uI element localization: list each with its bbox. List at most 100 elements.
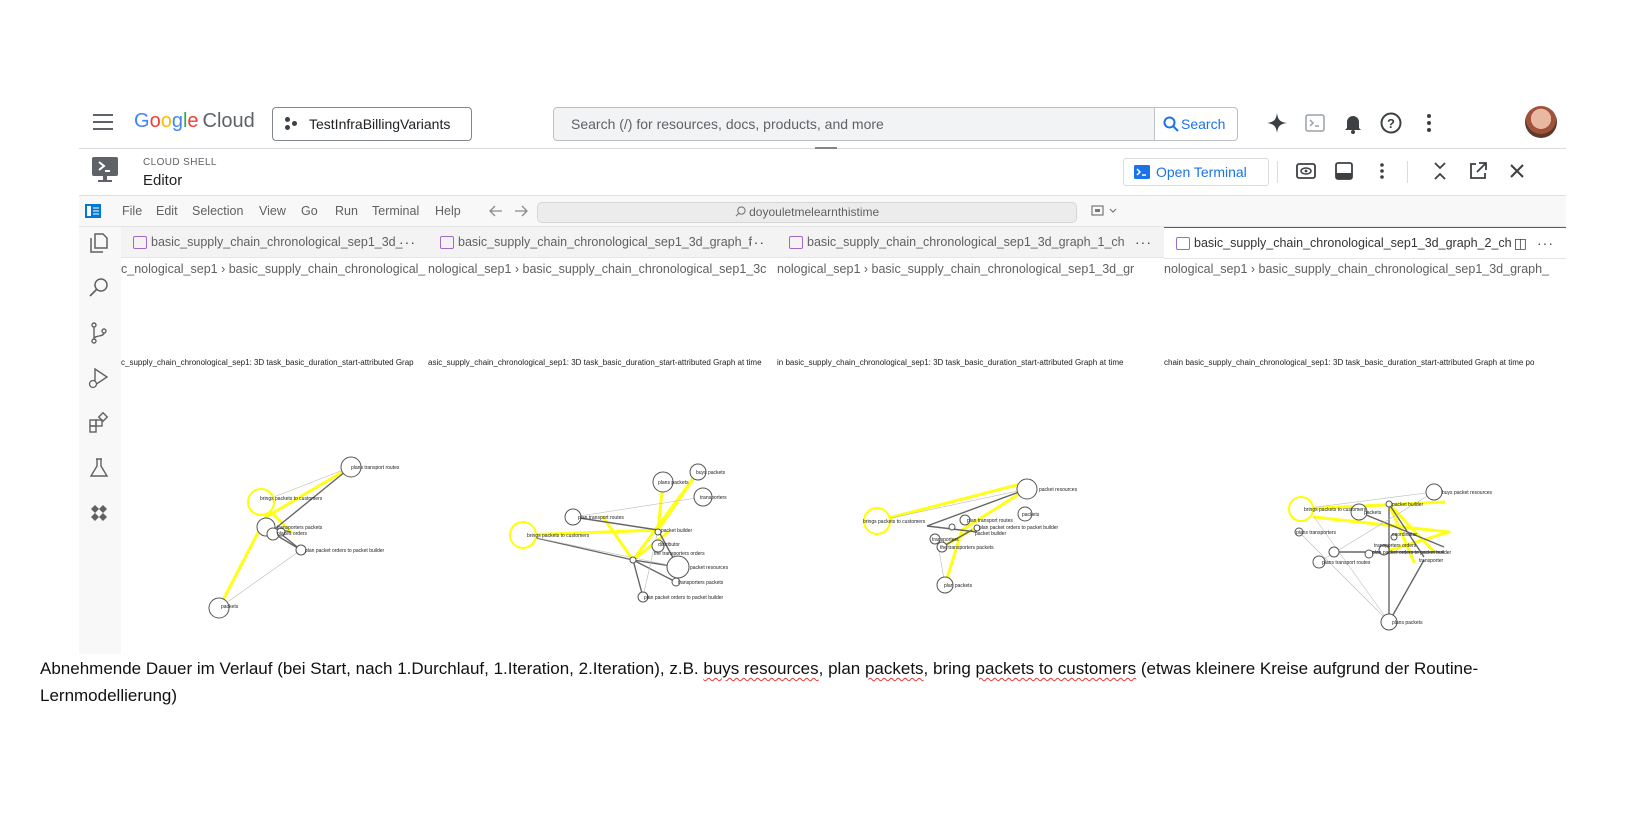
cloud-shell-header: CLOUD SHELL Editor Open Terminal bbox=[79, 147, 1566, 196]
divider bbox=[1277, 161, 1278, 183]
chart-title: c_supply_chain_chronological_sep1: 3D ta… bbox=[121, 358, 414, 367]
more-icon[interactable]: ··· bbox=[748, 227, 765, 257]
search-input[interactable]: Search (/) for resources, docs, products… bbox=[553, 107, 1155, 141]
menu-file[interactable]: File bbox=[122, 204, 142, 218]
caption-part: , bring bbox=[923, 659, 976, 678]
command-center[interactable]: doyouletmelearnthistime bbox=[537, 202, 1077, 223]
close-icon[interactable] bbox=[1506, 160, 1528, 182]
chart-title: chain basic_supply_chain_chronological_s… bbox=[1164, 358, 1535, 367]
node-label: packets bbox=[1364, 510, 1382, 516]
breadcrumb[interactable]: nological_sep1 › basic_supply_chain_chro… bbox=[777, 258, 1164, 280]
resize-handle[interactable] bbox=[815, 147, 837, 149]
editor-tab[interactable]: basic_supply_chain_chronological_sep1_3d… bbox=[121, 227, 428, 258]
image-file-icon bbox=[133, 236, 147, 249]
forward-arrow-icon[interactable] bbox=[514, 205, 528, 217]
breadcrumb[interactable]: nological_sep1 › basic_supply_chain_chro… bbox=[428, 258, 777, 280]
search-button[interactable]: Search bbox=[1153, 107, 1238, 141]
testing-flask-icon[interactable] bbox=[87, 456, 111, 480]
chart-title: in basic_supply_chain_chronological_sep1… bbox=[777, 358, 1124, 367]
caption-spellcheck-word: packets bbox=[864, 659, 924, 678]
breadcrumb[interactable]: nological_sep1 › basic_supply_chain_chro… bbox=[1164, 258, 1566, 280]
logo-letter: o bbox=[160, 110, 172, 132]
project-picker-button[interactable]: TestInfraBillingVariants bbox=[272, 107, 472, 141]
node-label: plans transport routes bbox=[351, 465, 400, 471]
project-icon bbox=[285, 117, 299, 131]
split-editor-icon[interactable]: ◫ bbox=[1514, 228, 1528, 258]
image-file-icon bbox=[1176, 237, 1190, 250]
editor-tab[interactable]: basic_supply_chain_chronological_sep1_3d… bbox=[428, 227, 777, 258]
node-label: the transporters orders bbox=[654, 551, 705, 557]
cloud-shell-editor-icon bbox=[92, 157, 118, 182]
menu-help[interactable]: Help bbox=[435, 204, 461, 218]
menu-edit[interactable]: Edit bbox=[156, 204, 178, 218]
node-label: packet resources bbox=[690, 565, 729, 571]
back-arrow-icon[interactable] bbox=[489, 205, 503, 217]
node-label: packets bbox=[1022, 512, 1040, 518]
node-label: brings packets to customers bbox=[527, 533, 590, 539]
caption-text: Abnehmende Dauer im Verlauf (bei Start, … bbox=[40, 655, 1600, 709]
command-center-label: doyouletmelearnthistime bbox=[749, 205, 880, 219]
layout-panel-icon[interactable] bbox=[1333, 160, 1355, 182]
terminal-icon bbox=[1134, 165, 1150, 179]
node-label: plans packets bbox=[658, 480, 689, 486]
cloud-shell-icon[interactable] bbox=[1303, 111, 1327, 135]
logo-cloud: Cloud bbox=[202, 110, 255, 132]
breadcrumb-folder: c_nological_sep1 bbox=[121, 262, 218, 276]
open-terminal-button[interactable]: Open Terminal bbox=[1123, 158, 1269, 186]
breadcrumb-folder: nological_sep1 bbox=[777, 262, 861, 276]
explorer-icon[interactable] bbox=[87, 231, 111, 255]
cloud-code-icon[interactable] bbox=[87, 501, 111, 525]
editor-group-4: basic_supply_chain_chronological_sep1_3d… bbox=[1164, 227, 1566, 654]
open-new-window-icon[interactable] bbox=[1467, 160, 1489, 182]
gemini-icon[interactable] bbox=[1265, 111, 1289, 135]
menu-view[interactable]: View bbox=[259, 204, 286, 218]
node-label: buys packet resources bbox=[1442, 490, 1493, 496]
more-icon[interactable]: ··· bbox=[1135, 227, 1152, 257]
image-file-icon bbox=[789, 236, 803, 249]
main-menu-icon[interactable] bbox=[93, 114, 113, 130]
search-icon bbox=[735, 206, 746, 217]
menu-go[interactable]: Go bbox=[301, 204, 318, 218]
node-label: the transporters packets bbox=[940, 545, 994, 551]
search-icon[interactable] bbox=[87, 276, 111, 300]
tab-label: basic_supply_chain_chronological_sep1_3d… bbox=[807, 235, 1125, 249]
google-cloud-logo[interactable]: Google Cloud bbox=[134, 110, 255, 133]
node-label: distributor bbox=[658, 542, 680, 548]
web-preview-icon[interactable] bbox=[1295, 160, 1317, 182]
logo-letter: o bbox=[149, 110, 161, 132]
cloud-shell-title: Editor bbox=[143, 172, 183, 189]
breadcrumb-file: basic_supply_chain_chronological_ bbox=[228, 262, 426, 276]
more-options-icon[interactable] bbox=[1371, 160, 1393, 182]
node-label: transporters bbox=[700, 495, 727, 501]
node-label: packet builder bbox=[975, 531, 1006, 537]
accounts-dropdown-icon[interactable] bbox=[1091, 204, 1119, 218]
explorer-toggle-icon[interactable] bbox=[85, 203, 101, 219]
logo-letter: e bbox=[187, 110, 199, 132]
node-label: plan packet orders to packet builder bbox=[644, 595, 724, 601]
breadcrumb-folder: nological_sep1 bbox=[1164, 262, 1248, 276]
run-debug-icon[interactable] bbox=[87, 366, 111, 390]
minimize-icon[interactable] bbox=[1429, 160, 1451, 182]
node-label: buys packets bbox=[696, 470, 726, 476]
node-label: plan transport routes bbox=[578, 515, 624, 521]
search-button-label: Search bbox=[1181, 116, 1226, 132]
menu-run[interactable]: Run bbox=[335, 204, 358, 218]
more-icon[interactable]: ··· bbox=[1537, 228, 1554, 258]
avatar[interactable] bbox=[1525, 106, 1557, 138]
breadcrumb[interactable]: c_nological_sep1 › basic_supply_chain_ch… bbox=[121, 258, 428, 280]
breadcrumb-file: basic_supply_chain_chronological_sep1_3d… bbox=[1258, 262, 1550, 276]
node-label: brings packets to customers bbox=[1304, 507, 1367, 513]
extensions-icon[interactable] bbox=[87, 411, 111, 435]
breadcrumb-folder: nological_sep1 bbox=[428, 262, 512, 276]
source-control-icon[interactable] bbox=[87, 321, 111, 345]
help-icon[interactable]: ? bbox=[1379, 111, 1403, 135]
bell-icon[interactable] bbox=[1341, 111, 1365, 135]
menu-selection[interactable]: Selection bbox=[192, 204, 243, 218]
editor-tab-active[interactable]: basic_supply_chain_chronological_sep1_3d… bbox=[1164, 227, 1566, 259]
more-icon[interactable]: ··· bbox=[399, 227, 416, 257]
more-vert-icon[interactable] bbox=[1417, 111, 1441, 135]
editor-tab[interactable]: basic_supply_chain_chronological_sep1_3d… bbox=[777, 227, 1164, 258]
menu-terminal[interactable]: Terminal bbox=[372, 204, 419, 218]
network-graph: plans packets buys packets transporters … bbox=[509, 463, 729, 603]
node-label: plan packet orders to packet builder bbox=[305, 548, 385, 554]
